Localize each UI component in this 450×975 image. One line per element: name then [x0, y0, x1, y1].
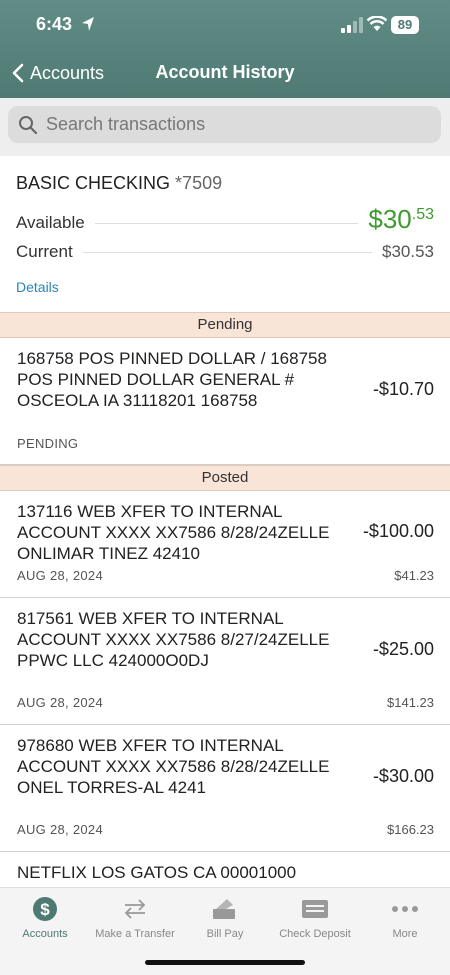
status-time: 6:43 — [36, 14, 73, 34]
transaction-row[interactable]: 137116 WEB XFER TO INTERNAL ACCOUNT XXXX… — [0, 491, 450, 598]
transaction-row[interactable]: 817561 WEB XFER TO INTERNAL ACCOUNT XXXX… — [0, 598, 450, 725]
tab-label: Check Deposit — [279, 928, 351, 940]
current-balance-row: Current $30.53 — [16, 242, 434, 262]
transaction-date: AUG 28, 2024 — [17, 695, 103, 710]
current-label: Current — [16, 242, 73, 261]
account-title: BASIC CHECKING *7509 — [16, 173, 222, 194]
back-button[interactable]: Accounts — [12, 56, 104, 90]
search-field[interactable] — [8, 106, 441, 143]
available-dollars: $30 — [368, 204, 412, 234]
transaction-description: 168758 POS PINNED DOLLAR / 168758 POS PI… — [17, 349, 327, 410]
search-icon — [19, 115, 38, 134]
transaction-amount: -$30.00 — [372, 766, 434, 786]
tab-check-deposit[interactable]: Check Deposit — [270, 896, 360, 940]
dollar-circle-icon: $ — [33, 897, 57, 921]
transfer-arrows-icon — [124, 899, 146, 919]
tab-label: Bill Pay — [206, 928, 244, 940]
home-indicator — [145, 960, 305, 965]
chevron-left-icon — [12, 63, 24, 83]
transaction-status: PENDING — [17, 436, 79, 451]
search-bar — [0, 98, 450, 156]
more-dots-icon — [392, 906, 418, 912]
app-header: 6:43 89 Account History Accounts — [0, 0, 450, 98]
transaction-amount: -$25.00 — [372, 639, 434, 659]
transaction-description: 137116 WEB XFER TO INTERNAL ACCOUNT XXXX… — [17, 502, 330, 563]
battery-icon: 89 — [391, 16, 419, 34]
section-header-pending: Pending — [0, 312, 450, 338]
transaction-row[interactable]: 978680 WEB XFER TO INTERNAL ACCOUNT XXXX… — [0, 725, 450, 852]
available-balance-row: Available $30.53 — [16, 204, 434, 235]
tab-accounts[interactable]: $ Accounts — [0, 896, 90, 940]
available-balance: $30.53 — [368, 204, 434, 235]
check-deposit-icon — [302, 900, 328, 918]
status-bar: 6:43 89 — [0, 0, 450, 50]
tab-bill-pay[interactable]: Bill Pay — [180, 896, 270, 940]
bill-pay-icon — [213, 899, 235, 919]
transaction-description: 978680 WEB XFER TO INTERNAL ACCOUNT XXXX… — [17, 736, 330, 797]
transaction-row[interactable]: NETFLIX LOS GATOS CA 00001000 — [0, 852, 450, 892]
details-link[interactable]: Details — [16, 279, 59, 295]
account-number: *7509 — [175, 173, 223, 193]
nav-bar: Account History Accounts — [0, 56, 450, 90]
transaction-description: NETFLIX LOS GATOS CA 00001000 — [17, 863, 297, 882]
svg-text:$: $ — [40, 900, 50, 919]
available-cents: .53 — [411, 206, 434, 223]
running-balance: $141.23 — [387, 695, 434, 710]
account-summary: BASIC CHECKING *7509 Available $30.53 Cu… — [0, 156, 450, 312]
tab-label: Make a Transfer — [95, 928, 175, 940]
transaction-amount: -$100.00 — [362, 521, 434, 541]
transaction-description: 817561 WEB XFER TO INTERNAL ACCOUNT XXXX… — [17, 609, 330, 670]
tab-label: Accounts — [22, 928, 68, 940]
account-name: BASIC CHECKING — [16, 173, 171, 193]
current-balance: $30.53 — [382, 242, 434, 261]
running-balance: $41.23 — [394, 568, 434, 583]
running-balance: $166.23 — [387, 822, 434, 837]
tab-label: More — [392, 928, 418, 940]
back-button-label: Accounts — [30, 62, 105, 83]
wifi-icon — [367, 16, 387, 31]
search-input[interactable] — [46, 114, 426, 135]
transaction-amount: -$10.70 — [372, 379, 434, 399]
transaction-row[interactable]: 168758 POS PINNED DOLLAR / 168758 POS PI… — [0, 338, 450, 465]
transaction-date: AUG 28, 2024 — [17, 822, 103, 837]
tab-make-a-transfer[interactable]: Make a Transfer — [90, 896, 180, 940]
tab-more[interactable]: More — [360, 896, 450, 940]
cellular-signal-icon — [341, 17, 363, 33]
section-header-posted: Posted — [0, 465, 450, 491]
leader-line — [94, 223, 359, 224]
transaction-date: AUG 28, 2024 — [17, 568, 103, 583]
location-arrow-icon — [82, 17, 94, 31]
available-label: Available — [16, 213, 85, 232]
leader-line — [82, 252, 372, 253]
